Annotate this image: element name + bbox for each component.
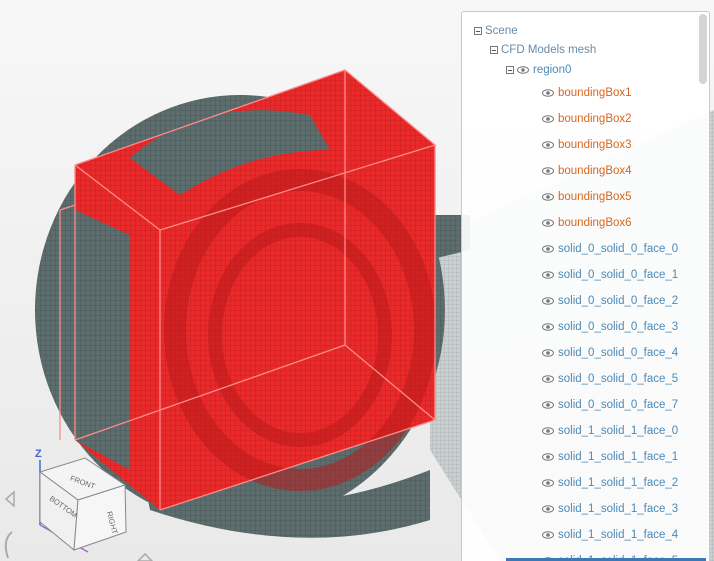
tree-item-label: boundingBox3 — [558, 139, 632, 151]
eye-icon[interactable] — [517, 66, 529, 74]
tree-item[interactable]: boundingBox1 — [542, 83, 632, 103]
eye-icon[interactable] — [542, 401, 554, 409]
tree-item[interactable]: solid_0_solid_0_face_2 — [542, 291, 678, 311]
scene-tree-panel: Scene CFD Models mesh region0 boundingBo… — [461, 11, 710, 561]
tree-item[interactable]: solid_0_solid_0_face_5 — [542, 369, 678, 389]
axis-z-label: Z — [35, 448, 42, 460]
tree-item-label: solid_1_solid_1_face_0 — [558, 425, 679, 437]
eye-icon[interactable] — [542, 245, 554, 253]
tree-item-label: solid_0_solid_0_face_5 — [558, 373, 679, 385]
collapse-icon[interactable] — [506, 66, 514, 74]
eye-icon[interactable] — [542, 505, 554, 513]
tree-item[interactable]: boundingBox4 — [542, 161, 632, 181]
tree-item-label: solid_1_solid_1_face_4 — [558, 529, 679, 541]
rotate-ccw-icon[interactable] — [4, 531, 13, 559]
tree-node-region[interactable]: region0 — [506, 60, 571, 80]
eye-icon[interactable] — [542, 167, 554, 175]
tree-item-label: boundingBox6 — [558, 217, 632, 229]
tree-node-label: CFD Models mesh — [501, 44, 597, 56]
nav-cube[interactable]: Z FRONT BOTTOM RIGHT — [0, 440, 160, 561]
tree-node-scene[interactable]: Scene — [474, 21, 518, 41]
eye-icon[interactable] — [542, 193, 554, 201]
tree-item[interactable]: boundingBox6 — [542, 213, 632, 233]
eye-icon[interactable] — [542, 427, 554, 435]
tree-item-label: solid_0_solid_0_face_0 — [558, 243, 679, 255]
tree-item-label: boundingBox4 — [558, 165, 632, 177]
tree-item[interactable]: solid_1_solid_1_face_2 — [542, 473, 678, 493]
tree-item-label: boundingBox5 — [558, 191, 632, 203]
tree-item[interactable]: solid_0_solid_0_face_0 — [542, 239, 678, 259]
eye-icon[interactable] — [542, 297, 554, 305]
eye-icon[interactable] — [542, 323, 554, 331]
tree-item[interactable]: solid_1_solid_1_face_4 — [542, 525, 678, 545]
eye-icon[interactable] — [542, 375, 554, 383]
tree-item-label: solid_0_solid_0_face_3 — [558, 321, 679, 333]
eye-icon[interactable] — [542, 271, 554, 279]
rotate-left-arrow-icon[interactable] — [4, 490, 15, 508]
tree-item[interactable]: solid_0_solid_0_face_7 — [542, 395, 678, 415]
tree-item-label: boundingBox2 — [558, 113, 632, 125]
tree-item[interactable]: boundingBox2 — [542, 109, 632, 129]
collapse-icon[interactable] — [474, 27, 482, 35]
eye-icon[interactable] — [542, 141, 554, 149]
tree-item[interactable]: solid_1_solid_1_face_3 — [542, 499, 678, 519]
rotate-down-arrow-icon[interactable] — [136, 552, 154, 561]
tree-item-label: solid_1_solid_1_face_1 — [558, 451, 679, 463]
tree-item-label: solid_0_solid_0_face_1 — [558, 269, 679, 281]
eye-icon[interactable] — [542, 349, 554, 357]
tree-item[interactable]: solid_1_solid_1_face_1 — [542, 447, 678, 467]
eye-icon[interactable] — [542, 219, 554, 227]
collapse-icon[interactable] — [490, 46, 498, 54]
tree-item-label: solid_0_solid_0_face_7 — [558, 399, 679, 411]
eye-icon[interactable] — [542, 89, 554, 97]
eye-icon[interactable] — [542, 115, 554, 123]
eye-icon[interactable] — [542, 453, 554, 461]
tree-item[interactable]: boundingBox3 — [542, 135, 632, 155]
eye-icon[interactable] — [542, 531, 554, 539]
tree-item-label: solid_0_solid_0_face_4 — [558, 347, 679, 359]
tree-item-label: solid_1_solid_1_face_2 — [558, 477, 679, 489]
tree-item-label: boundingBox1 — [558, 87, 632, 99]
tree-item[interactable]: solid_1_solid_1_face_0 — [542, 421, 678, 441]
tree-item[interactable]: solid_0_solid_0_face_4 — [542, 343, 678, 363]
vertical-scrollbar[interactable] — [699, 14, 707, 84]
tree-item[interactable]: boundingBox5 — [542, 187, 632, 207]
tree-node-label: Scene — [485, 25, 518, 37]
tree-item-label: solid_0_solid_0_face_2 — [558, 295, 679, 307]
tree-node-label: region0 — [533, 64, 572, 76]
eye-icon[interactable] — [542, 479, 554, 487]
tree-node-model[interactable]: CFD Models mesh — [490, 40, 596, 60]
tree-item-label: solid_1_solid_1_face_3 — [558, 503, 679, 515]
tree-item[interactable]: solid_0_solid_0_face_3 — [542, 317, 678, 337]
tree-item[interactable]: solid_0_solid_0_face_1 — [542, 265, 678, 285]
